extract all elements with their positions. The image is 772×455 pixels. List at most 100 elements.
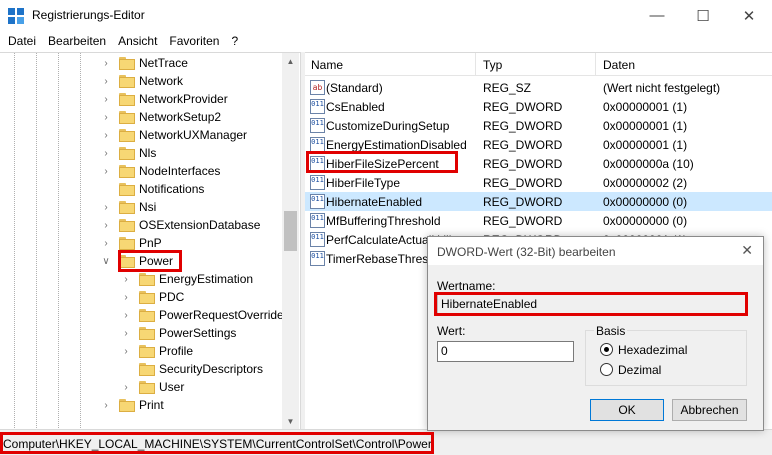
value-row[interactable]: 011 CsEnabled REG_DWORD 0x00000001 (1) [305,97,772,116]
tree-item[interactable]: › Nls [101,144,156,162]
scroll-up-icon[interactable]: ▲ [282,53,299,70]
expand-icon[interactable]: › [121,292,131,303]
expand-icon[interactable]: › [101,130,111,141]
tree-item[interactable]: › Nsi [101,198,156,216]
menu-favoriten[interactable]: Favoriten [163,31,225,51]
expand-icon[interactable]: › [121,310,131,321]
tree-item-label[interactable]: Network [139,74,183,88]
tree-item[interactable]: › Network [101,72,183,90]
expand-icon[interactable]: › [101,238,111,249]
tree-item-label[interactable]: Nls [139,146,156,160]
menu-datei[interactable]: Datei [2,31,42,51]
column-header-type[interactable]: Typ [483,58,502,72]
tree-item[interactable]: › PDC [121,288,184,306]
column-header-data[interactable]: Daten [603,58,635,72]
value-data: 0x00000001 (1) [603,100,688,114]
expand-icon[interactable]: › [101,112,111,123]
radio-hexadecimal-label[interactable]: Hexadezimal [618,343,687,357]
tree-item-label[interactable]: EnergyEstimation [159,272,253,286]
tree-item[interactable]: › NetTrace [101,54,188,72]
tree-item[interactable]: › Profile [121,342,193,360]
tree-item-label[interactable]: Power [139,254,173,268]
menu-help[interactable]: ? [225,31,244,51]
value-type: REG_DWORD [483,138,563,152]
tree-item-label[interactable]: NetworkProvider [139,92,228,106]
tree-item-label[interactable]: PowerRequestOverride [159,308,284,322]
tree-item-label[interactable]: NodeInterfaces [139,164,220,178]
tree-item-label[interactable]: PDC [159,290,184,304]
tree-item[interactable]: › NetworkSetup2 [101,108,221,126]
expand-icon[interactable]: › [101,220,111,231]
tree-item[interactable]: › PowerSettings [121,324,236,342]
menu-ansicht[interactable]: Ansicht [112,31,163,51]
tree-item[interactable]: ∨ Power [101,252,173,270]
tree-item-label[interactable]: Profile [159,344,193,358]
value-name: MfBufferingThreshold [326,214,441,228]
expand-icon[interactable]: › [101,58,111,69]
tree-item-label[interactable]: Nsi [139,200,156,214]
close-button[interactable]: ✕ [726,0,772,31]
folder-icon [119,254,135,268]
value-row[interactable]: 011 HiberFileType REG_DWORD 0x00000002 (2) [305,173,772,192]
tree-item[interactable]: › OSExtensionDatabase [101,216,260,234]
value-row[interactable]: 011 EnergyEstimationDisabled REG_DWORD 0x00… [305,135,772,154]
tree-item[interactable]: Notifications [101,180,204,198]
tree-item[interactable]: SecurityDescriptors [121,360,263,378]
expand-icon[interactable]: › [101,202,111,213]
tree-item-label[interactable]: User [159,380,184,394]
tree-item-label[interactable]: PnP [139,236,162,250]
tree-pane[interactable]: › NetTrace › Network › NetworkProvider › Networ… [0,52,300,429]
tree-item-label[interactable]: PowerSettings [159,326,236,340]
tree-vertical-scrollbar[interactable]: ▲ ▼ [282,53,299,429]
tree-item-label[interactable]: NetworkSetup2 [139,110,221,124]
tree-item[interactable]: › NetworkProvider [101,90,228,108]
value-row[interactable]: 011 CustomizeDuringSetup REG_DWORD 0x000000… [305,116,772,135]
tree-item-label[interactable]: Notifications [139,182,204,196]
value-row[interactable]: ab (Standard) REG_SZ (Wert nicht festgelegt… [305,78,772,97]
tree-item[interactable]: › PnP [101,234,162,252]
expand-icon[interactable]: › [121,328,131,339]
maximize-button[interactable]: ☐ [680,0,726,31]
tree-item[interactable]: › User [121,378,184,396]
tree-item[interactable]: › PowerRequestOverride [121,306,284,324]
tree-item[interactable]: › NetworkUXManager [101,126,247,144]
tree-item-label[interactable]: NetworkUXManager [139,128,247,142]
tree-item-label[interactable]: OSExtensionDatabase [139,218,260,232]
expand-icon[interactable]: › [121,382,131,393]
scroll-thumb[interactable] [284,211,297,251]
cancel-button[interactable]: Abbrechen [672,399,747,421]
value-data-input[interactable]: 0 [437,341,574,362]
expand-icon[interactable]: › [101,76,111,87]
ok-button[interactable]: OK [590,399,664,421]
value-data: 0x00000002 (2) [603,176,688,190]
tree-item-label[interactable]: Print [139,398,164,412]
scroll-down-icon[interactable]: ▼ [282,413,299,429]
expand-icon[interactable]: › [101,94,111,105]
expand-icon[interactable]: › [121,274,131,285]
tree-item-label[interactable]: NetTrace [139,56,188,70]
menu-bar: Datei Bearbeiten Ansicht Favoriten ? [0,31,772,51]
expand-icon[interactable]: › [101,148,111,159]
list-header: Name Typ Daten [305,53,772,76]
collapse-icon[interactable]: ∨ [101,256,111,267]
tree-item[interactable]: › NodeInterfaces [101,162,220,180]
minimize-button[interactable]: — [634,0,680,31]
tree-item[interactable]: › Print [101,396,164,414]
radio-hexadecimal[interactable] [600,343,613,356]
dialog-close-icon[interactable]: ✕ [741,242,753,259]
value-row[interactable]: 011 MfBufferingThreshold REG_DWORD 0x000000… [305,211,772,230]
tree-item-label[interactable]: SecurityDescriptors [159,362,263,376]
value-type: REG_DWORD [483,214,563,228]
column-header-name[interactable]: Name [311,58,343,72]
expand-icon[interactable]: › [101,166,111,177]
folder-icon [119,128,135,142]
expand-icon[interactable]: › [101,400,111,411]
tree-item[interactable]: › EnergyEstimation [121,270,253,288]
expand-icon[interactable]: › [121,346,131,357]
value-row[interactable]: 011 HiberFileSizePercent REG_DWORD 0x000000… [305,154,772,173]
menu-bearbeiten[interactable]: Bearbeiten [42,31,112,51]
value-name: HiberFileType [326,176,401,190]
value-row[interactable]: 011 HibernateEnabled REG_DWORD 0x00000000 (… [305,192,772,211]
radio-decimal[interactable] [600,363,613,376]
radio-decimal-label[interactable]: Dezimal [618,363,661,377]
